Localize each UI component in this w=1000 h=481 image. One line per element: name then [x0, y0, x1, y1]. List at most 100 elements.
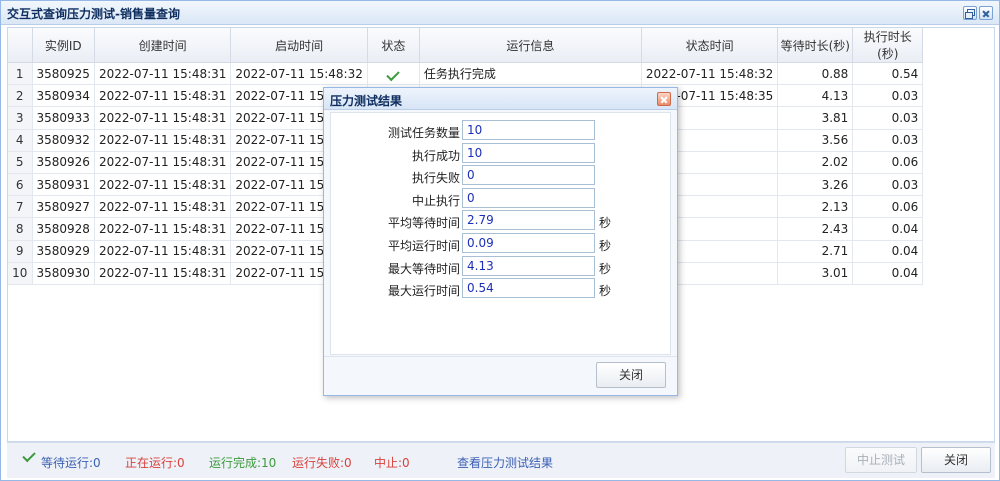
- status-time: 2022-07-11 15:48:32: [641, 62, 779, 86]
- table-header-row: 实例ID 创建时间 启动时间 状态 运行信息 状态时间 等待时长(秒) 执行时长(秒): [8, 28, 924, 63]
- field-value[interactable]: 0.54: [462, 278, 595, 299]
- run-info: 任务执行完成: [419, 62, 642, 86]
- row-number: 7: [8, 195, 33, 219]
- results-dialog: 压力测试结果 测试任务数量 10 执行成功 10 执行失败 0 中止执行 0 平均等待时间 2.7…: [323, 87, 678, 396]
- created-time: 2022-07-11 15:48:31: [94, 84, 232, 108]
- row-number: 8: [8, 217, 33, 241]
- running-count: 正在运行:0: [125, 456, 185, 470]
- instance-id: 3580926: [32, 151, 95, 174]
- wait-duration: 2.43: [777, 217, 854, 241]
- close-button[interactable]: 关闭: [921, 447, 991, 473]
- field-value[interactable]: 4.13: [462, 255, 595, 276]
- view-results-link[interactable]: 查看压力测试结果: [457, 454, 553, 471]
- created-time: 2022-07-11 15:48:31: [94, 129, 232, 152]
- field-value[interactable]: 10: [462, 120, 595, 140]
- exec-duration: 0.03: [852, 173, 924, 197]
- start-time-header[interactable]: 启动时间: [230, 28, 368, 63]
- exec-duration: 0.03: [852, 129, 924, 152]
- exec-duration: 0.54: [852, 62, 924, 86]
- dialog-footer: 关闭: [324, 356, 677, 395]
- dialog-close-button[interactable]: 关闭: [596, 362, 666, 388]
- field-label: 最大等待时间: [387, 261, 460, 276]
- field-unit: 秒: [599, 261, 612, 276]
- field-value[interactable]: 0.09: [462, 233, 595, 253]
- field-label: 最大运行时间: [387, 284, 460, 299]
- field-unit: 秒: [599, 239, 612, 253]
- dialog-close-icon[interactable]: [657, 92, 671, 106]
- created-time-header[interactable]: 创建时间: [94, 28, 232, 63]
- stopped-count: 中止:0: [374, 456, 410, 470]
- row-number: 10: [8, 262, 33, 285]
- exec-duration: 0.04: [852, 262, 924, 285]
- done-count: 运行完成:10: [209, 456, 277, 470]
- field-unit: 秒: [599, 216, 612, 231]
- created-time: 2022-07-11 15:48:31: [94, 62, 232, 86]
- exec-duration: 0.04: [852, 217, 924, 241]
- exec-duration: 0.06: [852, 151, 924, 174]
- wait-duration: 3.26: [777, 173, 854, 197]
- exec-duration: 0.03: [852, 84, 924, 108]
- instance-id: 3580933: [32, 106, 95, 130]
- stop-test-button[interactable]: 中止测试: [845, 447, 917, 473]
- window-title: 交互式查询压力测试-销售量查询: [7, 7, 180, 21]
- close-icon[interactable]: [979, 6, 993, 20]
- exec-duration-header[interactable]: 执行时长(秒): [852, 28, 924, 63]
- check-icon: [22, 448, 36, 463]
- instance-id: 3580930: [32, 262, 95, 285]
- restore-icon[interactable]: [963, 6, 977, 20]
- start-time: 2022-07-11 15:48:32: [230, 62, 368, 86]
- instance-id: 3580934: [32, 84, 95, 108]
- wait-duration: 2.13: [777, 195, 854, 219]
- wait-duration: 2.71: [777, 240, 854, 263]
- dialog-title: 压力测试结果: [330, 94, 403, 108]
- form-row: 中止执行 0: [331, 187, 672, 210]
- field-value[interactable]: 0: [462, 165, 595, 186]
- table-row[interactable]: 1 3580925 2022-07-11 15:48:31 2022-07-11 15…: [8, 62, 924, 86]
- exec-duration: 0.03: [852, 106, 924, 130]
- status-time-header[interactable]: 状态时间: [641, 28, 779, 63]
- status-cell: [367, 62, 420, 86]
- run-info-header[interactable]: 运行信息: [419, 28, 642, 63]
- instance-id: 3580925: [32, 62, 95, 86]
- row-number: 6: [8, 173, 33, 197]
- instance-id: 3580928: [32, 217, 95, 241]
- row-number: 9: [8, 240, 33, 263]
- created-time: 2022-07-11 15:48:31: [94, 195, 232, 219]
- form-row: 执行失败 0: [331, 165, 672, 187]
- check-icon: [386, 67, 401, 81]
- created-time: 2022-07-11 15:48:31: [94, 106, 232, 130]
- status-header[interactable]: 状态: [367, 28, 420, 63]
- instance-id: 3580932: [32, 129, 95, 152]
- status-bar: 等待运行:0 正在运行:0 运行完成:10 运行失败:0 中止:0 查看压力测试…: [7, 442, 995, 478]
- form-row: 平均等待时间 2.79 秒: [331, 210, 672, 232]
- wait-duration: 3.81: [777, 106, 854, 130]
- field-value[interactable]: 2.79: [462, 210, 595, 231]
- form-row: 测试任务数量 10: [331, 120, 672, 142]
- dialog-titlebar[interactable]: 压力测试结果: [324, 88, 677, 110]
- field-label: 中止执行: [411, 193, 460, 208]
- row-number: 1: [8, 62, 33, 86]
- created-time: 2022-07-11 15:48:31: [94, 240, 232, 263]
- failed-count: 运行失败:0: [292, 456, 352, 470]
- waiting-count: 等待运行:0: [41, 456, 101, 470]
- instance-id-header[interactable]: 实例ID: [32, 28, 95, 63]
- field-label: 平均等待时间: [387, 216, 460, 231]
- window-titlebar[interactable]: 交互式查询压力测试-销售量查询: [1, 1, 999, 25]
- field-label: 平均运行时间: [387, 239, 460, 253]
- exec-duration: 0.06: [852, 195, 924, 219]
- row-number-header[interactable]: [8, 28, 33, 63]
- instance-id: 3580927: [32, 195, 95, 219]
- row-number: 3: [8, 106, 33, 130]
- field-value[interactable]: 10: [462, 142, 595, 163]
- form-row: 最大等待时间 4.13 秒: [331, 255, 672, 278]
- form-row: 平均运行时间 0.09 秒: [331, 233, 672, 255]
- created-time: 2022-07-11 15:48:31: [94, 262, 232, 285]
- form-row: 最大运行时间 0.54 秒: [331, 278, 672, 300]
- field-label: 测试任务数量: [387, 126, 460, 140]
- field-value[interactable]: 0: [462, 187, 595, 208]
- wait-duration-header[interactable]: 等待时长(秒): [777, 28, 854, 63]
- field-unit: 秒: [599, 284, 612, 299]
- field-label: 执行失败: [411, 171, 460, 186]
- row-number: 5: [8, 151, 33, 174]
- wait-duration: 3.56: [777, 129, 854, 152]
